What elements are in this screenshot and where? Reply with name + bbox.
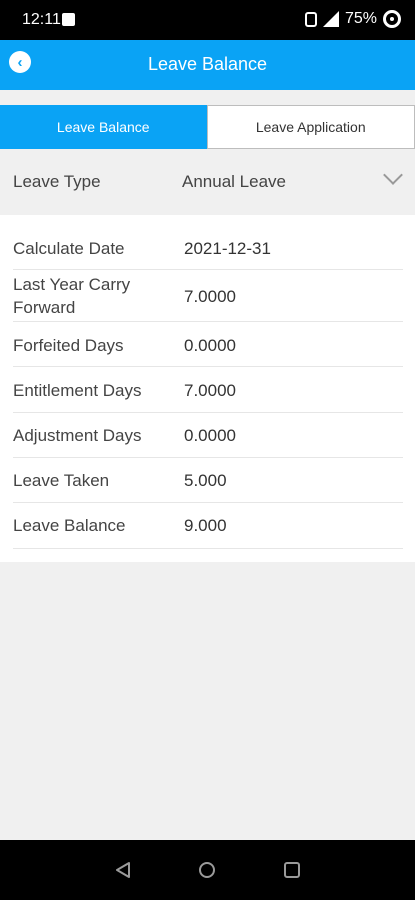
detail-label: Last Year Carry Forward [13,275,131,317]
detail-row-entitlement-days: Entitlement Days 7.0000 [13,367,403,413]
nav-home-icon[interactable] [198,861,216,884]
tab-leave-application[interactable]: Leave Application [206,105,415,149]
nav-back-icon[interactable] [114,861,132,884]
detail-label: Adjustment Days [13,426,142,445]
tab-leave-balance[interactable]: Leave Balance [0,105,207,149]
nav-recents-icon[interactable] [283,861,301,884]
detail-row-leave-taken: Leave Taken 5.000 [13,458,403,503]
detail-label: Leave Taken [13,471,110,490]
detail-value: 7.0000 [184,287,236,306]
leave-type-value: Annual Leave [182,172,286,191]
detail-label: Forfeited Days [13,336,124,355]
leave-type-select[interactable]: Leave Type Annual Leave [0,150,415,214]
detail-row-leave-balance: Leave Balance 9.000 [13,503,403,549]
status-icons: 75% [304,10,401,28]
detail-value: 7.0000 [184,381,236,400]
leave-type-label: Leave Type [13,172,101,191]
tab-bar: Leave Balance Leave Application [0,105,415,149]
leave-details: Calculate Date 2021-12-31 Last Year Carr… [0,215,415,562]
chevron-down-icon[interactable] [383,165,403,185]
status-time: 12:11 [22,11,61,28]
detail-value: 2021-12-31 [184,239,271,258]
detail-label: Calculate Date [13,239,125,258]
page-title: Leave Balance [147,54,268,74]
detail-row-adjustment-days: Adjustment Days 0.0000 [13,413,403,458]
detail-label: Entitlement Days [13,381,142,400]
detail-value: 9.000 [184,516,227,535]
image-notification-icon [62,13,75,26]
battery-percent: 75% [344,10,377,27]
detail-value: 0.0000 [184,336,236,355]
detail-row-calculate-date: Calculate Date 2021-12-31 [13,215,403,270]
status-bar: 12:11 75% [0,0,415,40]
detail-value: 5.000 [184,471,227,490]
detail-row-carry-forward: Last Year Carry Forward 7.0000 [13,270,403,322]
app-header: ‹ Leave Balance [0,40,415,90]
detail-value: 0.0000 [184,426,236,445]
detail-label: Leave Balance [13,516,126,535]
system-nav-bar [0,840,415,900]
vibrate-icon [304,11,317,27]
battery-icon [383,10,401,28]
detail-row-forfeited-days: Forfeited Days 0.0000 [13,322,403,367]
signal-icon [322,11,339,27]
